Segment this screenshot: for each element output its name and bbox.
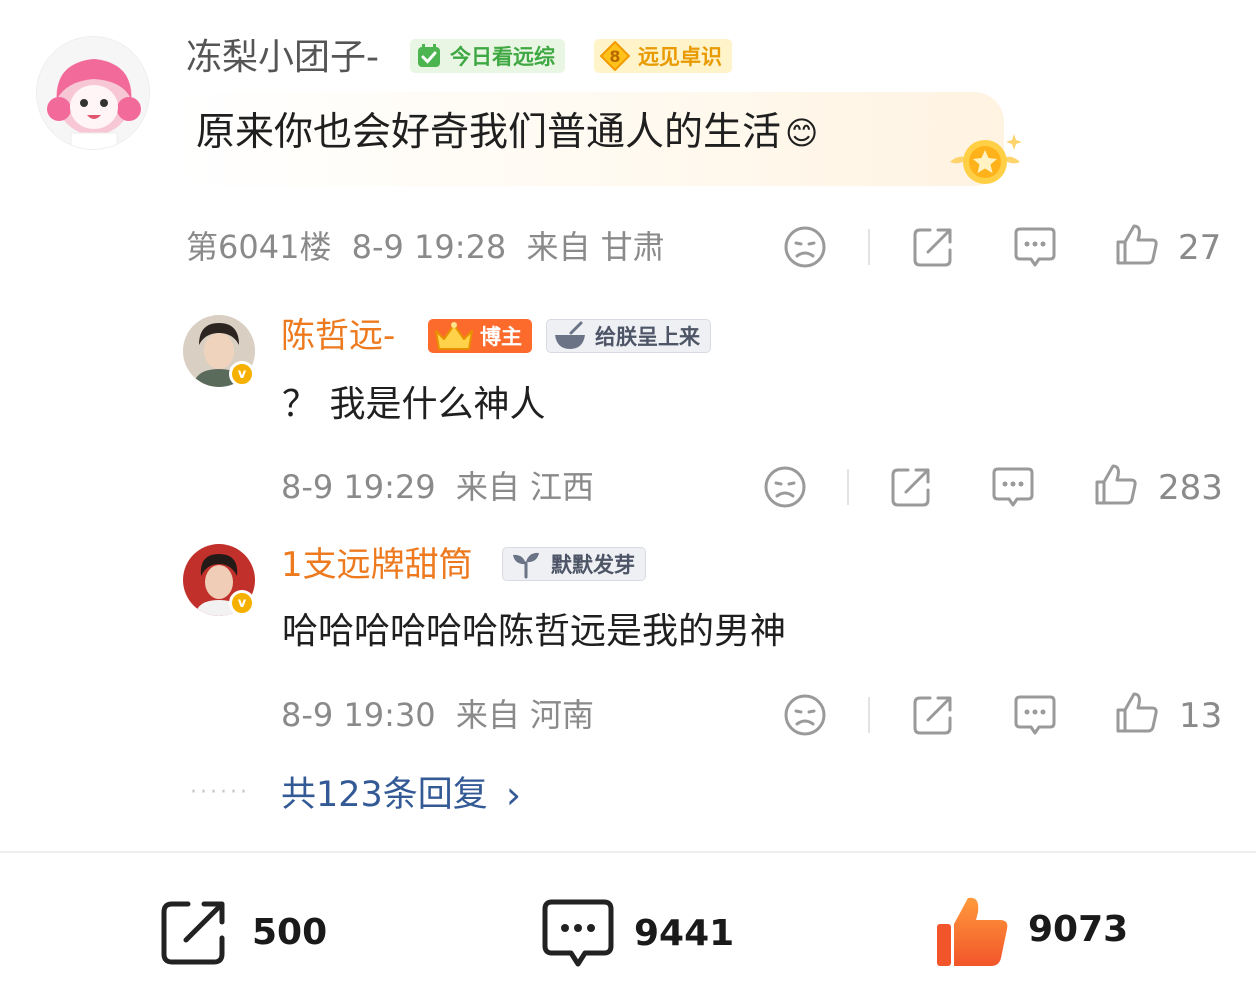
- comment-icon[interactable]: [1012, 692, 1058, 738]
- fan-badge[interactable]: 今日看远综: [410, 39, 565, 73]
- reply-text: ？ 我是什么神人: [282, 384, 546, 425]
- check-square-icon: [418, 44, 440, 67]
- more-replies-dots: ······: [190, 780, 250, 805]
- chevron-right-icon: ›: [505, 773, 522, 817]
- view-all-replies-label: 共123条回复: [281, 774, 488, 815]
- host-badge[interactable]: 博主: [428, 319, 532, 353]
- bottom-share-button[interactable]: 500: [158, 896, 327, 970]
- reply-time: 8-9 19:29: [281, 468, 436, 506]
- reply-meta: 8-9 19:30 来自 河南: [281, 699, 594, 731]
- reply-avatar[interactable]: v: [183, 544, 255, 616]
- comment-icon[interactable]: [1012, 224, 1058, 270]
- reply-time: 8-9 19:30: [281, 696, 436, 734]
- comment-icon[interactable]: [990, 464, 1036, 510]
- fan-title-badge[interactable]: 给朕呈上来: [546, 319, 711, 353]
- divider: [868, 697, 870, 733]
- comment-time: 8-9 19:28: [351, 228, 507, 266]
- dislike-face-icon[interactable]: [782, 692, 828, 738]
- level-badge-label: 远见卓识: [638, 45, 722, 69]
- fan-title-label: 给朕呈上来: [595, 325, 700, 349]
- main-like-count: 27: [1178, 228, 1222, 268]
- reply-like-count: 283: [1158, 468, 1223, 508]
- floor-number: 第6041楼: [186, 228, 332, 266]
- gold-star-medal-icon: [950, 134, 1022, 184]
- reply-username[interactable]: 1支远牌甜筒: [281, 548, 473, 582]
- level-badge[interactable]: 8 远见卓识: [594, 39, 732, 73]
- reply-like-count: 13: [1179, 696, 1223, 736]
- bottom-like-button[interactable]: 9073: [934, 890, 1128, 970]
- dislike-face-icon[interactable]: [782, 224, 828, 270]
- crown-icon: [435, 322, 473, 350]
- host-badge-label: 博主: [480, 325, 522, 349]
- fan-title-label: 默默发芽: [551, 553, 635, 577]
- share-icon[interactable]: [888, 464, 934, 510]
- reply-location: 来自 河南: [455, 696, 595, 734]
- comment-location: 来自 甘肃: [526, 228, 665, 266]
- main-comment-avatar[interactable]: [36, 36, 150, 150]
- verified-badge: v: [229, 590, 255, 616]
- fan-title-badge[interactable]: 默默发芽: [502, 547, 646, 581]
- comment-count: 9441: [634, 913, 735, 954]
- level-number: 8: [609, 46, 621, 66]
- level-diamond-icon: 8: [600, 41, 630, 71]
- divider: [847, 469, 849, 505]
- reply-meta: 8-9 19:29 来自 江西: [281, 471, 594, 503]
- bowl-icon: [555, 321, 585, 349]
- bottom-comment-button[interactable]: 9441: [540, 896, 734, 972]
- view-all-replies-link[interactable]: 共123条回复 ›: [281, 776, 521, 814]
- main-comment-text-row: 原来你也会好奇我们普通人的生活 😊: [196, 113, 818, 152]
- bottom-bar-divider: [0, 851, 1256, 853]
- reply-avatar[interactable]: v: [183, 315, 255, 387]
- fan-badge-label: 今日看远综: [450, 45, 555, 69]
- share-icon: [161, 901, 225, 965]
- reply-location: 来自 江西: [455, 468, 595, 506]
- like-thumb-icon[interactable]: [1114, 222, 1160, 268]
- reply-username[interactable]: 陈哲远-: [281, 319, 395, 353]
- dislike-face-icon[interactable]: [762, 464, 808, 510]
- divider: [868, 229, 870, 265]
- verified-badge: v: [229, 361, 255, 387]
- liked-thumb-icon: [937, 897, 1008, 966]
- main-comment-meta: 第6041楼 8-9 19:28 来自 甘肃: [186, 231, 665, 263]
- comment-icon: [542, 899, 614, 967]
- share-icon[interactable]: [910, 692, 956, 738]
- reply-text: 哈哈哈哈哈哈陈哲远是我的男神: [282, 611, 787, 652]
- like-thumb-icon[interactable]: [1114, 690, 1160, 736]
- main-comment-username[interactable]: 冻梨小团子-: [186, 40, 379, 76]
- share-count: 500: [252, 912, 328, 953]
- like-thumb-icon[interactable]: [1093, 462, 1139, 508]
- main-comment-text: 原来你也会好奇我们普通人的生活: [196, 110, 782, 155]
- sprout-icon: [513, 552, 539, 579]
- share-icon[interactable]: [910, 224, 956, 270]
- smiling-emoji: 😊: [785, 113, 819, 152]
- like-count: 9073: [1028, 909, 1129, 950]
